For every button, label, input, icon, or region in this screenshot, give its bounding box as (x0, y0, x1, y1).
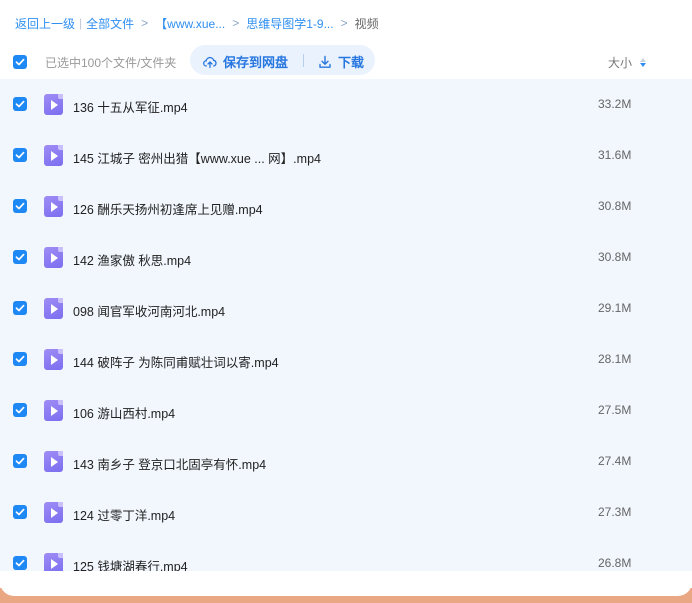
file-size: 27.5M (598, 403, 632, 417)
selection-count: 已选中100个文件/文件夹 (45, 56, 177, 70)
chevron-right-icon: > (340, 16, 348, 30)
check-icon (15, 202, 25, 210)
action-bar: 保存到网盘 下载 (190, 45, 375, 75)
file-name[interactable]: 142 渔家傲 秋思.mp4 (73, 250, 191, 269)
file-checkbox[interactable] (13, 403, 27, 417)
video-file-icon (44, 298, 63, 319)
file-size: 28.1M (598, 352, 632, 366)
check-icon (15, 406, 25, 414)
check-icon (15, 100, 25, 108)
file-checkbox[interactable] (13, 148, 27, 162)
file-checkbox[interactable] (13, 97, 27, 111)
file-row[interactable]: 143 南乡子 登京口北固亭有怀.mp4 27.4M (0, 436, 692, 487)
select-all-checkbox[interactable] (13, 55, 27, 69)
file-checkbox[interactable] (13, 505, 27, 519)
file-name[interactable]: 126 酬乐天扬州初逢席上见赠.mp4 (73, 199, 263, 218)
file-row[interactable]: 098 闻官军收河南河北.mp4 29.1M (0, 283, 692, 334)
file-size: 26.8M (598, 556, 632, 570)
video-file-icon (44, 247, 63, 268)
download-icon (319, 55, 331, 68)
video-file-icon (44, 553, 63, 571)
video-file-icon (44, 400, 63, 421)
file-row[interactable]: 145 江城子 密州出猎【www.xue ... 网】.mp4 31.6M (0, 130, 692, 181)
file-name[interactable]: 125 钱塘湖春行.mp4 (73, 556, 188, 571)
video-file-icon (44, 349, 63, 370)
all-files-link[interactable]: 全部文件 (86, 15, 134, 32)
divider (303, 54, 304, 67)
file-size: 27.3M (598, 505, 632, 519)
file-row[interactable]: 125 钱塘湖春行.mp4 26.8M (0, 538, 692, 571)
check-icon (15, 508, 25, 516)
breadcrumb: 返回上一级 | 全部文件 > 【www.xue... > 思维导图学1-9...… (15, 14, 379, 32)
file-name[interactable]: 143 南乡子 登京口北固亭有怀.mp4 (73, 454, 266, 473)
file-row[interactable]: 136 十五从军征.mp4 33.2M (0, 79, 692, 130)
chevron-right-icon: > (232, 16, 240, 30)
check-icon (15, 355, 25, 363)
file-row[interactable]: 142 渔家傲 秋思.mp4 30.8M (0, 232, 692, 283)
video-file-icon (44, 502, 63, 523)
file-size: 29.1M (598, 301, 632, 315)
file-checkbox[interactable] (13, 556, 27, 570)
file-name[interactable]: 106 游山西村.mp4 (73, 403, 175, 422)
file-checkbox[interactable] (13, 199, 27, 213)
check-icon (15, 253, 25, 261)
breadcrumb-item-root[interactable]: 【www.xue... (155, 15, 225, 32)
file-size: 27.4M (598, 454, 632, 468)
file-name[interactable]: 144 破阵子 为陈同甫赋壮词以寄.mp4 (73, 352, 279, 371)
file-size: 31.6M (598, 148, 632, 162)
video-file-icon (44, 145, 63, 166)
breadcrumb-item-current: 视频 (354, 16, 379, 31)
check-icon (15, 304, 25, 312)
save-to-cloud-label: 保存到网盘 (223, 55, 289, 70)
size-header-label: 大小 (608, 56, 633, 70)
file-checkbox[interactable] (13, 454, 27, 468)
check-icon (15, 559, 25, 567)
file-name[interactable]: 124 过零丁洋.mp4 (73, 505, 175, 524)
file-row[interactable]: 106 游山西村.mp4 27.5M (0, 385, 692, 436)
breadcrumb-separator: | (79, 16, 83, 30)
video-file-icon (44, 451, 63, 472)
toolbar: 已选中100个文件/文件夹 保存到网盘 下载 大小 (0, 44, 692, 78)
video-file-icon (44, 94, 63, 115)
video-file-icon (44, 196, 63, 217)
file-name[interactable]: 145 江城子 密州出猎【www.xue ... 网】.mp4 (73, 148, 321, 167)
check-icon (15, 151, 25, 159)
file-row[interactable]: 124 过零丁洋.mp4 27.3M (0, 487, 692, 538)
file-size: 33.2M (598, 97, 632, 111)
file-list: 136 十五从军征.mp4 33.2M 145 江城子 密州出猎【www.xue .… (0, 79, 692, 571)
save-to-cloud-button[interactable]: 保存到网盘 (203, 52, 288, 71)
file-size: 30.8M (598, 250, 632, 264)
file-size: 30.8M (598, 199, 632, 213)
cloud-upload-icon (203, 56, 217, 68)
breadcrumb-item-folder[interactable]: 思维导图学1-9... (246, 15, 333, 32)
file-browser-panel: 返回上一级 | 全部文件 > 【www.xue... > 思维导图学1-9...… (0, 0, 692, 596)
sort-icon[interactable] (640, 58, 647, 67)
file-checkbox[interactable] (13, 301, 27, 315)
check-icon (15, 58, 25, 66)
file-checkbox[interactable] (13, 250, 27, 264)
download-button[interactable]: 下载 (318, 52, 364, 71)
back-link[interactable]: 返回上一级 (15, 15, 75, 32)
chevron-right-icon: > (141, 16, 149, 30)
file-checkbox[interactable] (13, 352, 27, 366)
file-row[interactable]: 126 酬乐天扬州初逢席上见赠.mp4 30.8M (0, 181, 692, 232)
file-row[interactable]: 144 破阵子 为陈同甫赋壮词以寄.mp4 28.1M (0, 334, 692, 385)
size-column-header[interactable]: 大小 (608, 54, 647, 71)
check-icon (15, 457, 25, 465)
file-name[interactable]: 136 十五从军征.mp4 (73, 97, 188, 116)
download-label: 下载 (338, 55, 365, 70)
file-name[interactable]: 098 闻官军收河南河北.mp4 (73, 301, 225, 320)
